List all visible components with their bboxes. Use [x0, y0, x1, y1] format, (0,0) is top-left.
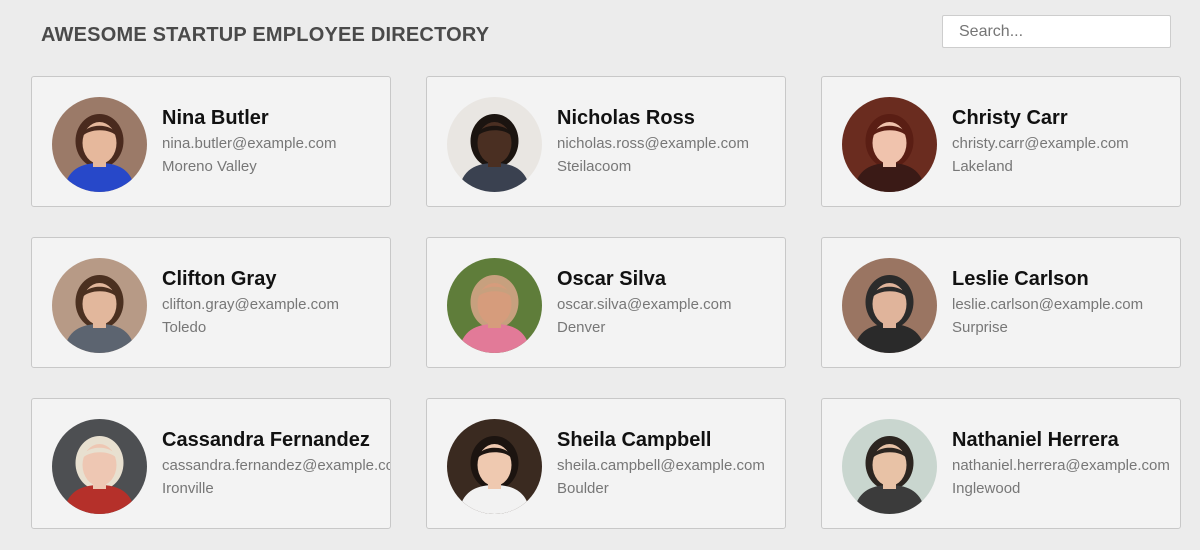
employee-email: christy.carr@example.com	[952, 135, 1129, 152]
employee-location: Ironville	[162, 480, 214, 497]
employee-card[interactable]: Oscar Silva oscar.silva@example.com Denv…	[426, 237, 786, 368]
page-title: AWESOME STARTUP EMPLOYEE DIRECTORY	[41, 24, 490, 46]
employee-card[interactable]: Nina Butler nina.butler@example.com More…	[31, 76, 391, 207]
employee-location: Denver	[557, 319, 606, 336]
avatar	[52, 97, 147, 192]
avatar	[52, 419, 147, 514]
employee-name: Nina Butler	[162, 107, 269, 129]
employee-location: Boulder	[557, 480, 609, 497]
employee-card[interactable]: Cassandra Fernandez cassandra.fernandez@…	[31, 398, 391, 529]
employee-name: Sheila Campbell	[557, 429, 712, 451]
employee-location: Toledo	[162, 319, 207, 336]
employee-name: Oscar Silva	[557, 268, 666, 290]
employee-card[interactable]: Nathaniel Herrera nathaniel.herrera@exam…	[821, 398, 1181, 529]
employee-email: nathaniel.herrera@example.com	[952, 457, 1170, 474]
avatar	[447, 419, 542, 514]
employee-name: Cassandra Fernandez	[162, 429, 370, 451]
employee-email: cassandra.fernandez@example.com	[162, 457, 391, 474]
employee-card[interactable]: Nicholas Ross nicholas.ross@example.com …	[426, 76, 786, 207]
employee-name: Christy Carr	[952, 107, 1068, 129]
employee-location: Inglewood	[952, 480, 1021, 497]
employee-location: Moreno Valley	[162, 158, 257, 175]
employee-name: Nathaniel Herrera	[952, 429, 1119, 451]
employee-email: nicholas.ross@example.com	[557, 135, 749, 152]
employee-email: clifton.gray@example.com	[162, 296, 339, 313]
employee-name: Leslie Carlson	[952, 268, 1089, 290]
employee-directory-grid: Nina Butler nina.butler@example.com More…	[31, 76, 1181, 529]
employee-card[interactable]: Christy Carr christy.carr@example.com La…	[821, 76, 1181, 207]
employee-card[interactable]: Sheila Campbell sheila.campbell@example.…	[426, 398, 786, 529]
avatar	[447, 97, 542, 192]
avatar	[52, 258, 147, 353]
avatar	[842, 97, 937, 192]
employee-location: Steilacoom	[557, 158, 632, 175]
employee-email: oscar.silva@example.com	[557, 296, 732, 313]
employee-email: sheila.campbell@example.com	[557, 457, 765, 474]
employee-card[interactable]: Clifton Gray clifton.gray@example.com To…	[31, 237, 391, 368]
avatar	[447, 258, 542, 353]
employee-email: nina.butler@example.com	[162, 135, 337, 152]
employee-card[interactable]: Leslie Carlson leslie.carlson@example.co…	[821, 237, 1181, 368]
employee-email: leslie.carlson@example.com	[952, 296, 1144, 313]
employee-name: Nicholas Ross	[557, 107, 695, 129]
avatar	[842, 258, 937, 353]
avatar	[842, 419, 937, 514]
employee-location: Surprise	[952, 319, 1008, 336]
employee-location: Lakeland	[952, 158, 1013, 175]
employee-name: Clifton Gray	[162, 268, 277, 290]
search-input[interactable]	[942, 15, 1171, 48]
